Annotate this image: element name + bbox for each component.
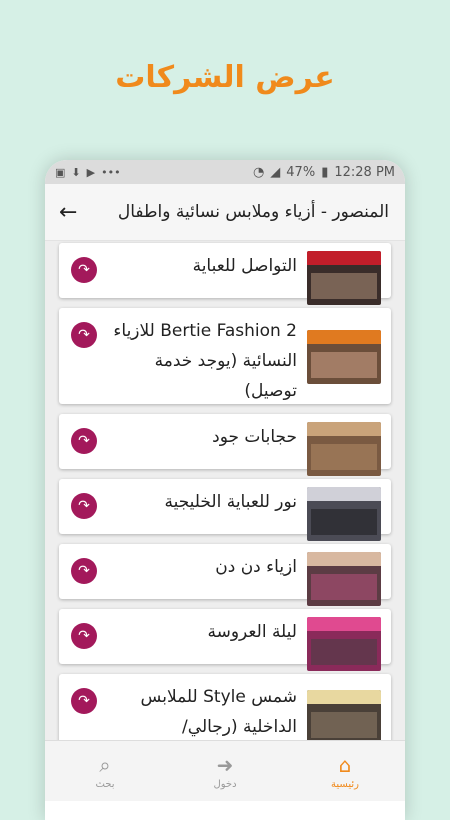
nav-home[interactable]: ⌂ رئيسية xyxy=(285,741,405,801)
redirect-icon: ↷ xyxy=(78,262,90,278)
nav-home-label: رئيسية xyxy=(331,778,359,790)
wifi-icon: ◔ xyxy=(252,164,265,180)
battery-level: 47% xyxy=(286,164,316,180)
shop-list[interactable]: التواصل للعباية ↷ Bertie Fashion 2 للازي… xyxy=(45,241,405,763)
nav-login[interactable]: ➜ دخول xyxy=(165,741,285,801)
open-shop-button[interactable]: ↷ xyxy=(71,322,97,348)
redirect-icon: ↷ xyxy=(78,498,90,514)
page-title: المنصور - أزياء وملابس نسائية واطفال xyxy=(117,202,389,222)
image-icon: ▣ xyxy=(55,165,66,179)
shop-thumbnail xyxy=(307,690,381,744)
redirect-icon: ↷ xyxy=(78,433,90,449)
shop-name: التواصل للعباية xyxy=(192,256,297,276)
app-bar: ← المنصور - أزياء وملابس نسائية واطفال xyxy=(45,184,405,241)
download-icon: ⬇ xyxy=(71,165,81,179)
bottom-navigation: ⌕ بحث ➜ دخول ⌂ رئيسية xyxy=(45,740,405,801)
shop-card[interactable]: نور للعباية الخليجية ↷ xyxy=(59,479,391,541)
shop-thumbnail xyxy=(307,330,381,384)
notification-icons: ▣ ⬇ ▶ ••• xyxy=(55,166,121,179)
home-icon: ⌂ xyxy=(338,752,352,777)
shop-name: حجابات جود xyxy=(212,427,297,447)
battery-icon: ▮ xyxy=(321,164,329,180)
shop-thumbnail xyxy=(307,617,381,671)
open-shop-button[interactable]: ↷ xyxy=(71,688,97,714)
open-shop-button[interactable]: ↷ xyxy=(71,623,97,649)
open-shop-button[interactable]: ↷ xyxy=(71,428,97,454)
shop-thumbnail xyxy=(307,552,381,606)
shop-card[interactable]: التواصل للعباية ↷ xyxy=(59,243,391,305)
open-shop-button[interactable]: ↷ xyxy=(71,493,97,519)
shop-card[interactable]: ليلة العروسة ↷ xyxy=(59,609,391,671)
shop-name: ازياء دن دن xyxy=(215,557,297,577)
redirect-icon: ↷ xyxy=(78,327,90,343)
shop-name: شمس Style للملابس الداخلية (رجالي/ xyxy=(140,687,297,737)
shop-card[interactable]: حجابات جود ↷ xyxy=(59,414,391,476)
open-shop-button[interactable]: ↷ xyxy=(71,558,97,584)
login-icon: ➜ xyxy=(216,752,234,777)
status-bar: ▣ ⬇ ▶ ••• ◔ ◢ 47% ▮ 12:28 PM xyxy=(45,160,405,184)
shop-name: نور للعباية الخليجية xyxy=(164,492,297,512)
nav-search[interactable]: ⌕ بحث xyxy=(45,741,165,801)
shop-name: Bertie Fashion 2 للازياء النسائية (يوجد … xyxy=(113,321,297,401)
shop-thumbnail xyxy=(307,251,381,305)
nav-search-label: بحث xyxy=(95,778,115,790)
promo-title: عرض الشركات xyxy=(115,60,335,95)
shop-card[interactable]: Bertie Fashion 2 للازياء النسائية (يوجد … xyxy=(59,308,391,404)
open-shop-button[interactable]: ↷ xyxy=(71,257,97,283)
shop-name: ليلة العروسة xyxy=(207,622,297,642)
signal-icon: ◢ xyxy=(270,164,281,180)
redirect-icon: ↷ xyxy=(78,693,90,709)
redirect-icon: ↷ xyxy=(78,628,90,644)
play-icon: ▶ xyxy=(86,165,96,179)
redirect-icon: ↷ xyxy=(78,563,90,579)
nav-login-label: دخول xyxy=(213,778,237,790)
phone-frame: ▣ ⬇ ▶ ••• ◔ ◢ 47% ▮ 12:28 PM ← المنصور -… xyxy=(45,160,405,820)
shop-card[interactable]: شمس Style للملابس الداخلية (رجالي/ ↷ xyxy=(59,674,391,746)
more-icon: ••• xyxy=(101,165,121,179)
shop-thumbnail xyxy=(307,422,381,476)
shop-thumbnail xyxy=(307,487,381,541)
search-icon: ⌕ xyxy=(99,752,111,777)
shop-card[interactable]: ازياء دن دن ↷ xyxy=(59,544,391,606)
clock: 12:28 PM xyxy=(334,164,395,180)
back-arrow-icon[interactable]: ← xyxy=(59,200,77,225)
